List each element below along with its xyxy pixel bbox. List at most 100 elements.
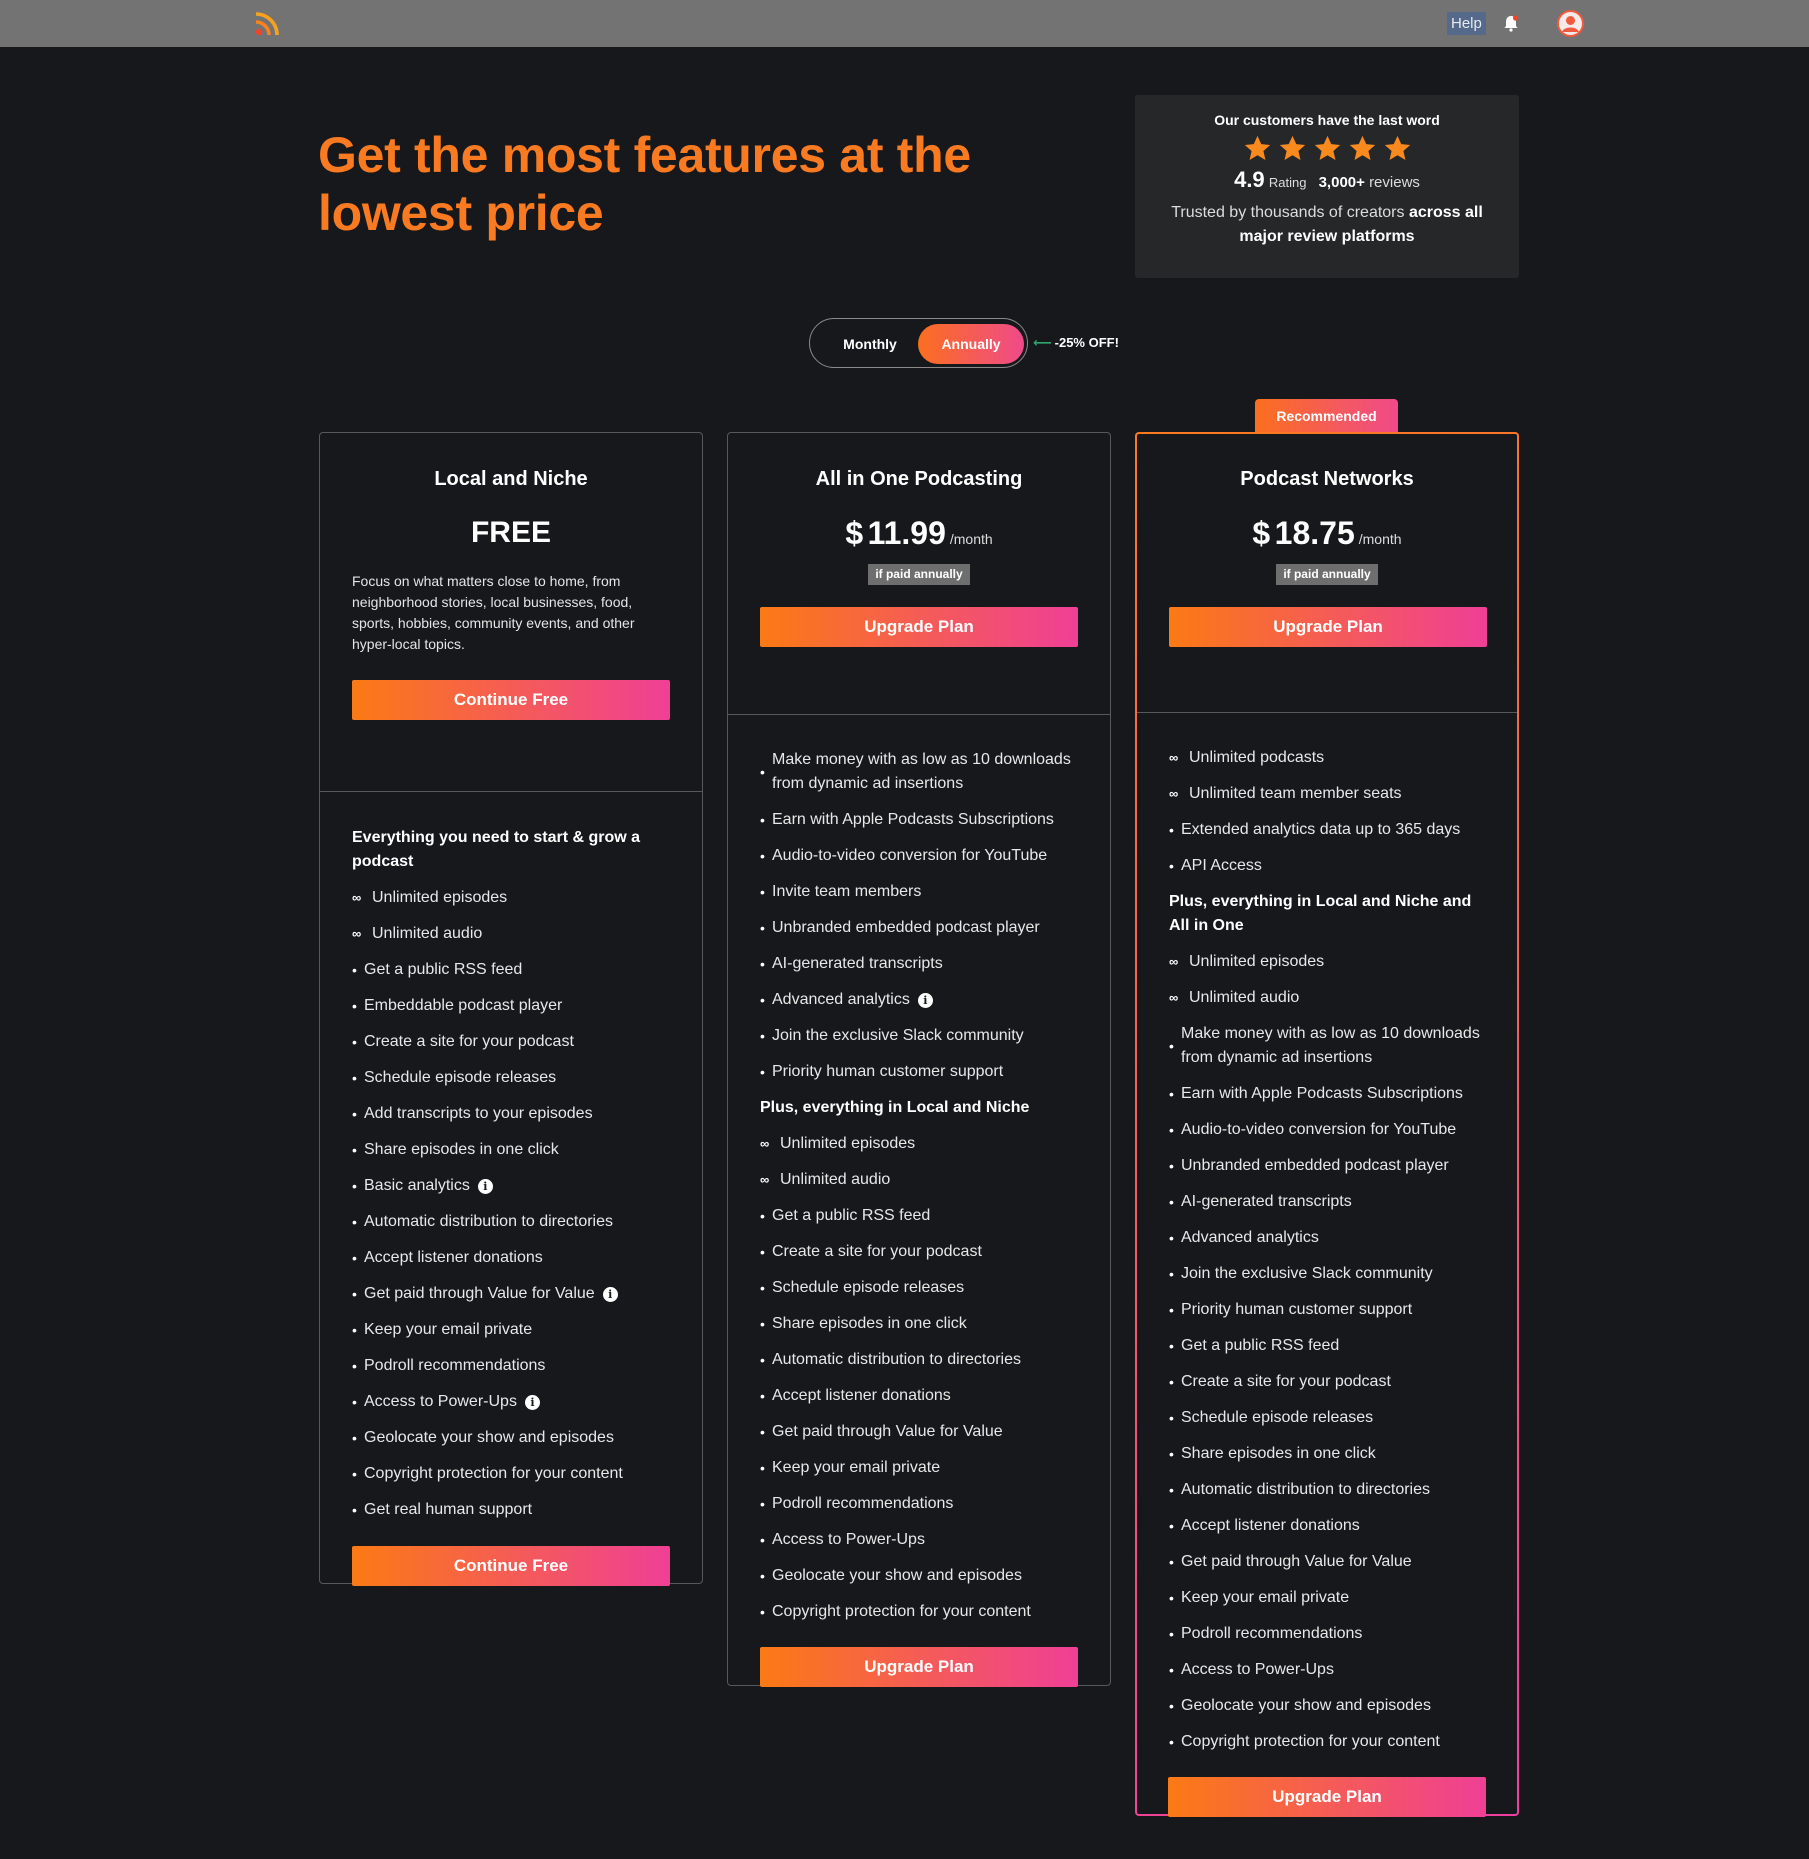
info-icon[interactable]: i [477,1178,493,1194]
feature-text: Invite team members [772,883,922,900]
bullet-icon: • [760,884,765,900]
feature-text: Unlimited audio [780,1171,891,1188]
upgrade-plan-button[interactable]: Upgrade Plan [760,607,1078,647]
bullet-icon: • [352,1070,357,1086]
plan-name: All in One Podcasting [815,468,1023,490]
feature-text: Audio-to-video conversion for YouTube [1181,1121,1457,1138]
user-avatar-icon[interactable] [1557,10,1584,37]
continue-free-button[interactable]: Continue Free [352,680,670,720]
feature-text: Extended analytics data up to 365 days [1181,821,1461,838]
feature-item: • Audio-to-video conversion for YouTube [760,844,1078,868]
feature-text: Get a public RSS feed [364,961,523,978]
feature-text: Priority human customer support [772,1063,1004,1080]
plan-description: Focus on what matters close to home, fro… [352,573,635,652]
bullet-icon: • [760,1280,765,1296]
bullet-icon: • [352,1394,357,1410]
page-headline: Get the most features at the lowest pric… [318,127,971,241]
bullet-icon: • [1169,1698,1174,1714]
bullet-icon: • [352,1034,357,1050]
bullet-icon: • [1169,1194,1174,1210]
feature-item: • Schedule episode releases [760,1276,1078,1300]
star-icon [1384,135,1410,160]
rating-score-label: Rating [1268,175,1307,190]
price-period: /month [1358,531,1402,547]
feature-text: Copyright protection for your content [364,1465,623,1482]
feature-text: Unbranded embedded podcast player [1181,1157,1449,1174]
plan-divider [728,714,1110,715]
rating-score: 4.9 [1234,167,1265,192]
upgrade-plan-button[interactable]: Upgrade Plan [1169,607,1487,647]
plan-divider [320,791,702,792]
feature-text: Basic analytics [364,1177,470,1194]
billing-period-toggle[interactable]: Monthly Annually [809,318,1028,368]
feature-item: • Get a public RSS feed [760,1204,1078,1228]
bullet-icon: • [352,1430,357,1446]
feature-item: • Automatic distribution to directories [1169,1478,1485,1502]
bullet-icon: • [760,764,765,780]
bullet-icon: • [1169,1554,1174,1570]
feature-item: • Accept listener donations [1169,1514,1485,1538]
billing-monthly-option[interactable]: Monthly [828,327,912,361]
feature-item: • Add transcripts to your episodes [352,1102,670,1126]
feature-text: Geolocate your show and episodes [1181,1697,1431,1714]
trust-statement: Trusted by thousands of creators across … [1135,201,1519,249]
feature-text: Get a public RSS feed [772,1207,931,1224]
bullet-icon: • [760,1244,765,1260]
feature-item: • AI-generated transcripts [760,952,1078,976]
feature-text: AI-generated transcripts [1181,1193,1352,1210]
feature-item: • Get real human support [352,1498,670,1522]
feature-item: • AI-generated transcripts [1169,1190,1485,1214]
feature-text: Accept listener donations [772,1387,951,1404]
arrow-left-icon: ⟵ [1033,335,1052,350]
feature-text: Podroll recommendations [1181,1625,1363,1642]
discount-text: -25% OFF! [1054,335,1119,350]
feature-item: • Automatic distribution to directories [760,1348,1078,1372]
feature-item: ∞ Unlimited episodes [760,1132,1078,1156]
feature-text: Embeddable podcast player [364,997,563,1014]
bullet-icon: • [1169,1302,1174,1318]
annual-discount-note: ⟵ -25% OFF! [1033,335,1119,351]
feature-text: Join the exclusive Slack community [772,1027,1024,1044]
info-icon[interactable]: i [524,1394,540,1410]
bullet-icon: • [352,1142,357,1158]
feature-item: • Podroll recommendations [352,1354,670,1378]
bell-notification-icon[interactable] [1501,13,1521,33]
feature-item: • Earn with Apple Podcasts Subscriptions [1169,1082,1485,1106]
upgrade-plan-button-bottom[interactable]: Upgrade Plan [1168,1777,1486,1817]
feature-text: Accept listener donations [364,1249,543,1266]
feature-item: • Automatic distribution to directories [352,1210,670,1234]
help-link[interactable]: Help [1447,12,1486,35]
bullet-icon: • [352,1214,357,1230]
infinity-icon: ∞ [352,890,361,905]
feature-text: Make money with as low as 10 downloads f… [1181,1025,1480,1066]
feature-item: • Create a site for your podcast [1169,1370,1485,1394]
billing-annually-option[interactable]: Annually [918,324,1024,364]
bullet-icon: • [760,1568,765,1584]
bullet-icon: • [760,1064,765,1080]
billing-note-badge: if paid annually [868,564,970,585]
feature-item: • Geolocate your show and episodes [760,1564,1078,1588]
continue-free-button-bottom[interactable]: Continue Free [352,1546,670,1586]
feature-item: • Copyright protection for your content [352,1462,670,1486]
bullet-icon: • [1169,1122,1174,1138]
info-icon[interactable]: i [917,992,933,1008]
feature-item: • Join the exclusive Slack community [760,1024,1078,1048]
feature-text: Geolocate your show and episodes [772,1567,1022,1584]
feature-item: • Invite team members [760,880,1078,904]
feature-text: Keep your email private [772,1459,941,1476]
feature-text: Earn with Apple Podcasts Subscriptions [1181,1085,1463,1102]
feature-item: • Priority human customer support [1169,1298,1485,1322]
feature-item: • Geolocate your show and episodes [1169,1694,1485,1718]
rss-logo-icon[interactable] [254,11,280,37]
info-icon[interactable]: i [602,1286,618,1302]
infinity-icon: ∞ [1169,990,1178,1005]
feature-item: • Copyright protection for your content [760,1600,1078,1624]
bullet-icon: • [352,1178,357,1194]
review-count-label: reviews [1369,174,1420,191]
feature-text: Join the exclusive Slack community [1181,1265,1433,1282]
price-currency: $ [845,515,864,551]
bullet-icon: • [1169,1662,1174,1678]
feature-item: ∞ Unlimited audio [352,922,670,946]
upgrade-plan-button-bottom[interactable]: Upgrade Plan [760,1647,1078,1687]
bullet-icon: • [352,1466,357,1482]
